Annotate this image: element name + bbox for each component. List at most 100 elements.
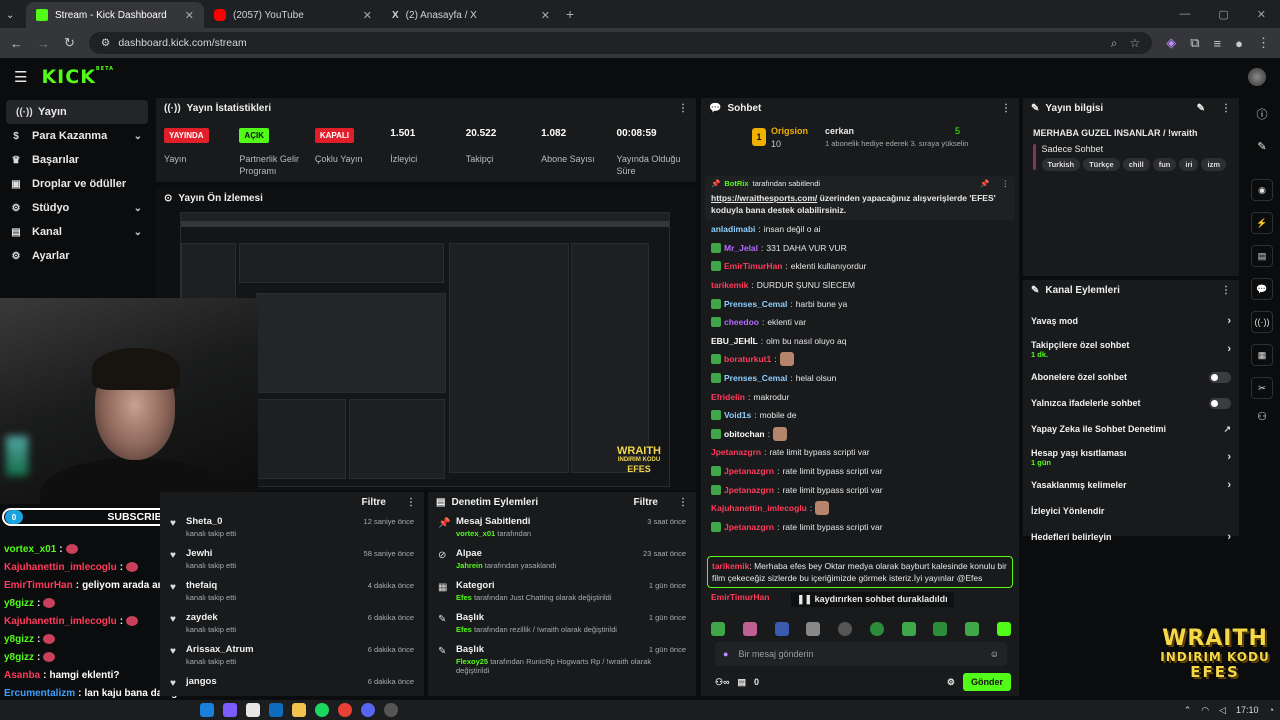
chat-username[interactable]: EmirTimurHan (724, 261, 782, 271)
clock[interactable]: 17:10 (1236, 705, 1259, 715)
more-menu-icon[interactable]: ⋮ (406, 497, 416, 508)
audit-actor[interactable]: Jahrein (456, 561, 483, 570)
chat-username[interactable]: Prenses_Cemal (724, 299, 787, 309)
chat-username[interactable]: Jpetanazgrn (724, 522, 774, 532)
emote-kick-icon[interactable] (901, 622, 916, 636)
quick-action-camera-icon[interactable]: ◉ (1251, 179, 1273, 201)
nav-item-kanal[interactable]: ▤ Kanal ⌄ (0, 220, 152, 244)
more-menu-icon[interactable]: ⋮ (1002, 179, 1010, 188)
outlook-icon[interactable] (269, 703, 283, 717)
nav-item-studyo[interactable]: ⚙ Stüdyo ⌄ (0, 196, 152, 220)
channel-action-row[interactable]: Hedefleri belirleyin › (1023, 524, 1239, 550)
store-icon[interactable] (246, 703, 260, 717)
emote-face-icon[interactable] (806, 622, 821, 636)
wifi-icon[interactable]: ◠ (1201, 705, 1209, 716)
emote-kick-icon[interactable] (711, 622, 725, 636)
edit-icon[interactable]: ✎ (1197, 103, 1205, 114)
kick-logo[interactable]: KICKBETA (41, 66, 114, 88)
chat-username[interactable]: Efridelin (711, 392, 745, 402)
emote-kick-icon[interactable] (965, 622, 980, 636)
emote-kick-icon[interactable] (996, 622, 1011, 636)
chat-username[interactable]: Mr_Jelal (724, 243, 758, 253)
quick-action-note-icon[interactable]: ▤ (1251, 245, 1273, 267)
browser-menu-icon[interactable]: ⋮ (1257, 35, 1270, 51)
connections-icon[interactable]: ⚇∞ (715, 677, 729, 688)
chat-username[interactable]: Jpetanazgrn (724, 485, 774, 495)
emoji-icon[interactable]: ☺ (990, 649, 999, 659)
audit-actor[interactable]: vortex_x01 (456, 529, 495, 538)
nav-item-droplar[interactable]: ▣ Droplar ve ödüller (0, 172, 152, 196)
audit-actor[interactable]: Flexoy25 (456, 657, 488, 666)
gifter-name[interactable]: cerkan (825, 126, 854, 136)
minimize-icon[interactable]: — (1179, 8, 1190, 21)
chrome-icon[interactable] (338, 703, 352, 717)
close-icon[interactable]: ✕ (541, 9, 550, 22)
tab-list-button[interactable]: ⌄ (0, 2, 26, 28)
chat-username[interactable]: Jpetanazgrn (711, 447, 761, 457)
nav-item-ayarlar[interactable]: ⚙ Ayarlar (0, 244, 152, 268)
bookmark-star-icon[interactable]: ☆ (1129, 36, 1140, 51)
quick-action-flash-icon[interactable]: ⚡ (1251, 212, 1273, 234)
chat-username[interactable]: anladimabi (711, 224, 755, 234)
close-icon[interactable]: ✕ (185, 9, 194, 22)
emote-face-icon[interactable] (774, 622, 789, 636)
emote-kick-icon[interactable] (933, 622, 948, 636)
stream-tag[interactable]: izm (1201, 158, 1226, 171)
copilot-icon[interactable] (223, 703, 237, 717)
stream-tag[interactable]: Turkish (1041, 158, 1081, 171)
notification-icon[interactable]: ◔ (1269, 705, 1274, 715)
extensions-puzzle-icon[interactable]: ⧉ (1190, 35, 1199, 51)
quick-action-chat-icon[interactable]: 💬 (1251, 278, 1273, 300)
chat-paused-notice[interactable]: ❚❚ kaydırırken sohbet durakladıldı (791, 592, 954, 607)
reload-icon[interactable]: ↻ (64, 35, 75, 51)
volume-icon[interactable]: ◁ (1219, 705, 1226, 716)
toggle-switch[interactable] (1209, 397, 1231, 409)
close-icon[interactable]: ✕ (363, 9, 372, 22)
chat-username[interactable]: EBU_JEHİL (711, 336, 758, 346)
url-field[interactable]: ⚙ dashboard.kick.com/stream ⌕ ☆ (88, 32, 1153, 54)
edge-icon[interactable] (200, 703, 214, 717)
add-quick-action-icon[interactable]: ⚇ (1244, 410, 1280, 423)
nav-item-yayin[interactable]: ((·)) Yayın (6, 100, 148, 124)
nav-item-para-kazanma[interactable]: $ Para Kazanma ⌄ (0, 124, 152, 148)
back-icon[interactable]: ← (10, 36, 23, 51)
audit-actor[interactable]: Efes (456, 625, 472, 634)
forward-icon[interactable]: → (37, 36, 50, 51)
more-menu-icon[interactable]: ⋮ (678, 103, 688, 114)
chat-username[interactable]: Kajuhanettin_imlecoglu (711, 503, 807, 513)
store-icon[interactable]: ▤ (737, 677, 746, 688)
stream-tag[interactable]: Türkçe (1083, 158, 1120, 171)
chat-username[interactable]: obitochan (724, 429, 765, 439)
chat-username[interactable]: Jpetanazgrn (724, 466, 774, 476)
more-menu-icon[interactable]: ⋮ (1001, 103, 1011, 114)
nav-item-basarilar[interactable]: ♛ Başarılar (0, 148, 152, 172)
chat-input[interactable]: ● Bir mesaj gönderin ☺ (715, 642, 1007, 666)
explorer-icon[interactable] (292, 703, 306, 717)
more-menu-icon[interactable]: ⋮ (1221, 103, 1231, 114)
browser-tab-kick[interactable]: Stream - Kick Dashboard ✕ (26, 2, 204, 28)
emote-face-icon[interactable] (838, 622, 853, 636)
new-tab-icon[interactable]: + (566, 6, 574, 22)
quick-action-server-icon[interactable]: ▦ (1251, 344, 1273, 366)
chat-settings-icon[interactable]: ⚙ (947, 677, 955, 688)
site-info-icon[interactable]: ⚙ (101, 37, 110, 49)
gifter-name[interactable]: Origsion (771, 126, 808, 136)
filter-button[interactable]: Filtre (634, 497, 658, 508)
unpin-icon[interactable]: 📌 (980, 179, 989, 188)
info-icon[interactable]: ⓘ (1244, 106, 1280, 122)
quick-action-tools-icon[interactable]: ✂ (1251, 377, 1273, 399)
hamburger-menu-icon[interactable]: ☰ (14, 68, 27, 86)
chat-username[interactable]: Prenses_Cemal (724, 373, 787, 383)
user-avatar[interactable] (1248, 68, 1266, 86)
send-button[interactable]: Gönder (962, 673, 1011, 691)
stream-tag[interactable]: iri (1179, 158, 1199, 171)
chat-username[interactable]: boraturkut1 (724, 354, 771, 364)
channel-action-row[interactable]: Hesap yaşı kısıtlaması 1 gün › (1023, 442, 1239, 472)
spotify-icon[interactable] (315, 703, 329, 717)
zoom-icon[interactable]: ⌕ (1111, 36, 1118, 51)
channel-action-row[interactable]: Yalnızca ifadelerle sohbet (1023, 390, 1239, 416)
tray-chevron-icon[interactable]: ⌃ (1184, 705, 1192, 716)
toggle-switch[interactable] (1209, 371, 1231, 383)
profile-icon[interactable]: ● (1235, 36, 1243, 51)
pinned-link[interactable]: https://wraithesports.com/ (711, 193, 817, 203)
